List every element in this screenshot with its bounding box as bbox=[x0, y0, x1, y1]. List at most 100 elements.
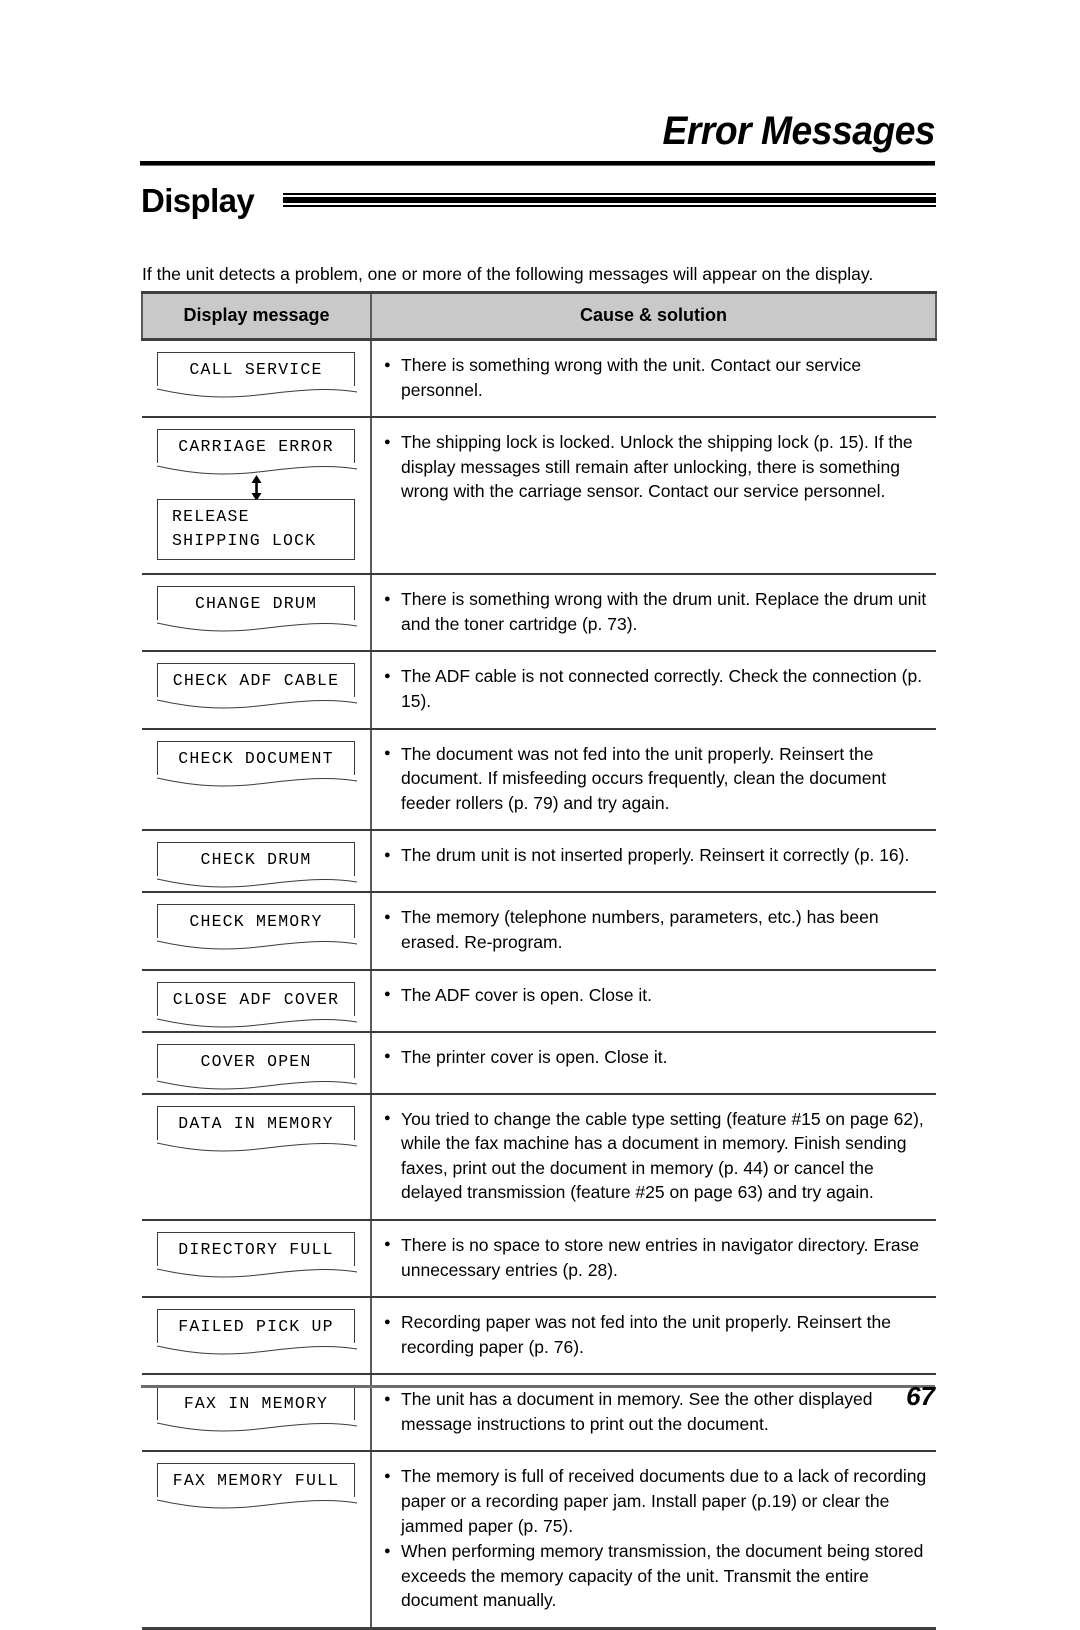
lcd-display-box: CHECK MEMORY bbox=[156, 904, 357, 950]
lcd-display-box-secondary: RELEASE SHIPPING LOCK bbox=[157, 499, 355, 561]
lcd-wave-edge bbox=[156, 386, 357, 398]
lcd-display-text: CHANGE DRUM bbox=[194, 594, 318, 614]
lcd-group: DIRECTORY FULL bbox=[156, 1231, 357, 1278]
cause-solution-cell: There is something wrong with the drum u… bbox=[370, 574, 936, 653]
lcd-group: CARRIAGE ERROR RELEASE SHIPPING LOCK bbox=[156, 429, 357, 561]
chapter-title-rule bbox=[140, 161, 935, 166]
display-message-cell: DIRECTORY FULL bbox=[142, 1219, 371, 1299]
lcd-display-box: FAX IN MEMORY bbox=[156, 1386, 357, 1432]
cause-solution-cell: The drum unit is not inserted properly. … bbox=[370, 830, 936, 894]
solution-list: The drum unit is not inserted properly. … bbox=[384, 843, 928, 868]
lcd-wave-edge bbox=[156, 1265, 357, 1278]
solution-list: Recording paper was not fed into the uni… bbox=[384, 1310, 928, 1359]
lcd-wave-edge bbox=[156, 1497, 357, 1509]
lcd-wave-edge bbox=[156, 876, 357, 888]
solution-item: The printer cover is open. Close it. bbox=[384, 1044, 928, 1070]
solution-item: There is something wrong with the unit. … bbox=[384, 352, 928, 402]
chapter-title: Error Messages bbox=[662, 109, 935, 153]
lcd-wave-edge bbox=[156, 1077, 357, 1090]
lcd-group: COVER OPEN bbox=[156, 1043, 357, 1090]
lcd-display-text: DATA IN MEMORY bbox=[178, 1113, 334, 1133]
column-header-display-message: Display message bbox=[141, 291, 372, 341]
solution-item: Recording paper was not fed into the uni… bbox=[384, 1310, 928, 1359]
lcd-wave-edge bbox=[156, 1343, 357, 1355]
lcd-display-text: DIRECTORY FULL bbox=[178, 1239, 334, 1259]
display-message-cell: CHECK DOCUMENT bbox=[142, 728, 371, 832]
lcd-display-box: DATA IN MEMORY bbox=[156, 1105, 357, 1152]
display-message-cell: DATA IN MEMORY bbox=[142, 1093, 371, 1221]
lcd-wave-edge bbox=[156, 1139, 357, 1152]
table-row: CALL SERVICE There is something wrong wit… bbox=[142, 339, 936, 419]
column-header-cause-solution: Cause & solution bbox=[371, 291, 937, 341]
lcd-display-text: FAILED PICK UP bbox=[178, 1317, 334, 1337]
table-row: CHANGE DRUM There is something wrong with… bbox=[142, 574, 936, 653]
section-heading: Display bbox=[141, 182, 936, 222]
lcd-group: FAX MEMORY FULL bbox=[156, 1463, 357, 1509]
lcd-group: CHECK DRUM bbox=[156, 842, 357, 888]
display-message-cell: CLOSE ADF COVER bbox=[142, 969, 371, 1033]
lcd-wave-edge bbox=[156, 1015, 357, 1028]
solution-list: There is something wrong with the unit. … bbox=[384, 352, 928, 402]
cause-solution-cell: The ADF cable is not connected correctly… bbox=[370, 651, 936, 730]
intro-paragraph: If the unit detects a problem, one or mo… bbox=[142, 263, 874, 284]
cause-solution-cell: Recording paper was not fed into the uni… bbox=[370, 1297, 936, 1376]
lcd-group: DATA IN MEMORY bbox=[156, 1105, 357, 1152]
section-heading-rule bbox=[283, 193, 936, 209]
solution-list: The ADF cover is open. Close it. bbox=[384, 982, 928, 1008]
lcd-display-text: CALL SERVICE bbox=[189, 360, 323, 379]
lcd-display-box: CHECK DOCUMENT bbox=[156, 740, 357, 787]
chapter-title-container: Error Messages bbox=[140, 108, 935, 154]
display-message-cell: FAX MEMORY FULL bbox=[142, 1451, 371, 1630]
page-title: Display bbox=[141, 182, 255, 219]
lcd-display-box: CHECK DRUM bbox=[156, 842, 357, 888]
table-body: CALL SERVICE There is something wrong wit… bbox=[142, 339, 936, 1630]
solution-list: There is something wrong with the drum u… bbox=[384, 587, 928, 636]
lcd-wave-edge bbox=[156, 1420, 357, 1432]
solution-list: The memory (telephone numbers, parameter… bbox=[384, 905, 928, 954]
lcd-display-box: DIRECTORY FULL bbox=[156, 1231, 357, 1278]
cause-solution-cell: The shipping lock is locked. Unlock the … bbox=[370, 417, 936, 576]
cause-solution-cell: There is something wrong with the unit. … bbox=[370, 339, 936, 419]
cause-solution-cell: You tried to change the cable type setti… bbox=[370, 1093, 936, 1221]
solution-item: The ADF cover is open. Close it. bbox=[384, 982, 928, 1008]
lcd-display-box: CLOSE ADF COVER bbox=[156, 981, 357, 1028]
display-message-cell: CHECK MEMORY bbox=[142, 892, 371, 971]
cause-solution-cell: The memory is full of received documents… bbox=[370, 1451, 936, 1630]
solution-list: The shipping lock is locked. Unlock the … bbox=[384, 430, 928, 504]
display-message-cell: COVER OPEN bbox=[142, 1031, 371, 1095]
lcd-group: CHECK ADF CABLE bbox=[156, 663, 357, 709]
lcd-wave-edge bbox=[156, 463, 357, 475]
table-row: FAILED PICK UP Recording paper was not fe… bbox=[142, 1297, 936, 1376]
lcd-group: FAILED PICK UP bbox=[156, 1309, 357, 1355]
lcd-display-text: SHIPPING LOCK bbox=[172, 531, 317, 551]
display-message-cell: CHANGE DRUM bbox=[142, 574, 371, 653]
footer-rule bbox=[141, 1385, 935, 1388]
lcd-wave-edge bbox=[156, 697, 357, 709]
lcd-display-box: CARRIAGE ERROR bbox=[156, 429, 357, 475]
lcd-display-text: FAX IN MEMORY bbox=[183, 1394, 329, 1414]
lcd-display-text: RELEASE bbox=[172, 507, 250, 527]
solution-item: The document was not fed into the unit p… bbox=[384, 741, 928, 816]
cause-solution-cell: The ADF cover is open. Close it. bbox=[370, 969, 936, 1033]
lcd-display-text: FAX MEMORY FULL bbox=[172, 1471, 340, 1491]
lcd-display-text: COVER OPEN bbox=[200, 1051, 312, 1071]
table-row: CARRIAGE ERROR RELEASE SHIPPING LOCK The sh… bbox=[142, 417, 936, 576]
table-row: CHECK ADF CABLE The ADF cable is not conn… bbox=[142, 651, 936, 730]
table-row: COVER OPEN The printer cover is open. Clo… bbox=[142, 1031, 936, 1095]
error-messages-table: Display message Cause & solution CALL SE… bbox=[141, 291, 937, 1630]
solution-list: You tried to change the cable type setti… bbox=[384, 1106, 928, 1205]
display-message-cell: CHECK ADF CABLE bbox=[142, 651, 371, 730]
lcd-wave-edge bbox=[156, 620, 357, 632]
lcd-group: FAX IN MEMORY bbox=[156, 1386, 357, 1432]
table-header: Display message Cause & solution bbox=[141, 291, 937, 341]
table-header-row: Display message Cause & solution bbox=[141, 291, 937, 341]
up-down-arrow-icon bbox=[251, 475, 261, 502]
lcd-display-box: CHECK ADF CABLE bbox=[156, 663, 357, 709]
table-row: CLOSE ADF COVER The ADF cover is open. Cl… bbox=[142, 969, 936, 1033]
solution-list: There is no space to store new entries i… bbox=[384, 1232, 928, 1282]
lcd-display-box: COVER OPEN bbox=[156, 1043, 357, 1090]
solution-list: The memory is full of received documents… bbox=[384, 1464, 928, 1613]
lcd-display-text: CHECK ADF CABLE bbox=[172, 671, 340, 691]
lcd-display-box: FAILED PICK UP bbox=[156, 1309, 357, 1355]
cause-solution-cell: The memory (telephone numbers, parameter… bbox=[370, 892, 936, 971]
